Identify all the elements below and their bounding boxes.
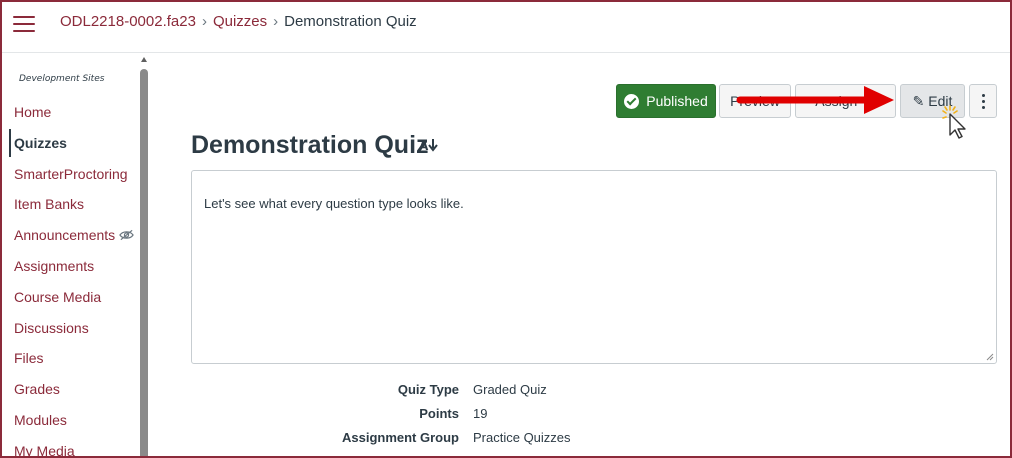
detail-row-assignment-group: Assignment Group Practice Quizzes: [191, 430, 691, 454]
sort-az-icon[interactable]: A: [419, 138, 439, 152]
sidebar-item-quizzes[interactable]: Quizzes: [2, 128, 140, 164]
quiz-description: Let's see what every question type looks…: [204, 196, 464, 211]
sidebar-item-course-media[interactable]: Course Media: [2, 287, 140, 318]
preview-button[interactable]: Preview: [719, 84, 791, 118]
detail-label: Assignment Group: [341, 430, 459, 445]
detail-row-quiz-type: Quiz Type Graded Quiz: [191, 382, 691, 406]
course-nav-list: Home Quizzes SmarterProctoring Item Bank…: [2, 102, 140, 456]
breadcrumb-separator: ›: [273, 13, 279, 30]
pencil-icon: ✎: [912, 92, 925, 109]
assign-to-button[interactable]: Assign To: [795, 84, 896, 118]
sidebar-item-assignments[interactable]: Assignments: [2, 256, 140, 287]
detail-value: Graded Quiz: [473, 382, 547, 397]
quiz-description-box[interactable]: Let's see what every question type looks…: [191, 170, 997, 364]
sidebar-item-announcements[interactable]: Announcements: [2, 225, 140, 256]
quiz-details: Quiz Type Graded Quiz Points 19 Assignme…: [191, 382, 691, 454]
detail-row-points: Points 19: [191, 406, 691, 430]
svg-text:A: A: [419, 139, 429, 152]
main-content: Published Preview Assign To ✎ Edit Demon…: [150, 53, 1010, 456]
edit-button[interactable]: ✎ Edit: [900, 84, 965, 118]
detail-value: 19: [473, 406, 488, 421]
top-header: ODL2218-0002.fa23 › Quizzes › Demonstrat…: [2, 2, 1010, 53]
breadcrumb-separator: ›: [201, 13, 207, 30]
sidebar-item-smarterproctoring[interactable]: SmarterProctoring: [2, 164, 140, 195]
kebab-icon: [981, 93, 985, 109]
eye-slash-icon: [119, 230, 134, 241]
more-options-button[interactable]: [969, 84, 997, 118]
published-button[interactable]: Published: [616, 84, 716, 118]
page-title: Demonstration Quiz: [191, 131, 429, 159]
sidebar-title: Development Sites: [19, 74, 105, 84]
sidebar-item-label: Announcements: [14, 227, 116, 244]
sidebar-item-grades[interactable]: Grades: [2, 379, 140, 410]
scroll-up-arrow-icon[interactable]: [141, 57, 147, 62]
breadcrumb: ODL2218-0002.fa23 › Quizzes › Demonstrat…: [60, 13, 417, 30]
app-frame: ODL2218-0002.fa23 › Quizzes › Demonstrat…: [0, 0, 1012, 458]
detail-value: Practice Quizzes: [473, 430, 571, 445]
scrollbar-thumb[interactable]: [140, 69, 148, 456]
breadcrumb-quizzes-link[interactable]: Quizzes: [213, 13, 267, 30]
hamburger-menu-icon[interactable]: [13, 15, 35, 32]
edit-label: Edit: [928, 93, 953, 109]
sidebar-item-discussions[interactable]: Discussions: [2, 318, 140, 349]
check-circle-icon: [624, 93, 640, 109]
sidebar-item-home[interactable]: Home: [2, 102, 140, 133]
detail-label: Points: [419, 406, 459, 421]
resize-handle-icon[interactable]: [986, 353, 994, 361]
course-nav-sidebar: Development Sites Home Quizzes SmarterPr…: [2, 53, 150, 456]
detail-label: Quiz Type: [397, 382, 459, 397]
published-label: Published: [646, 93, 708, 109]
breadcrumb-current: Demonstration Quiz: [284, 13, 417, 30]
sidebar-scrollbar[interactable]: [140, 57, 148, 456]
sidebar-item-modules[interactable]: Modules: [2, 410, 140, 441]
sidebar-item-item-banks[interactable]: Item Banks: [2, 194, 140, 225]
sidebar-item-files[interactable]: Files: [2, 348, 140, 379]
sidebar-item-my-media[interactable]: My Media: [2, 441, 140, 456]
breadcrumb-course-link[interactable]: ODL2218-0002.fa23: [60, 13, 196, 30]
